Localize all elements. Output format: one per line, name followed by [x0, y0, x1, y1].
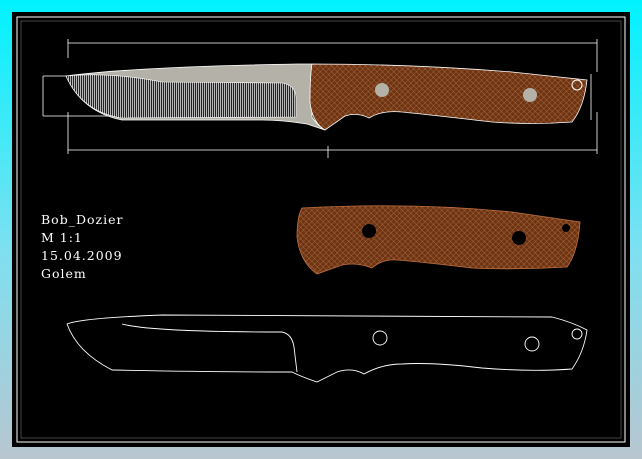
knife-outline [66, 314, 588, 383]
title-block: Bob_Dozier M 1:1 15.04.2009 Golem [41, 211, 123, 283]
date-label: 15.04.2009 [41, 248, 123, 263]
designer-label: Bob_Dozier [41, 212, 124, 227]
handle-scale [296, 205, 581, 275]
knife-profile-rendered [65, 63, 588, 131]
author-label: Golem [41, 266, 87, 281]
scale-label: M 1:1 [41, 230, 83, 245]
